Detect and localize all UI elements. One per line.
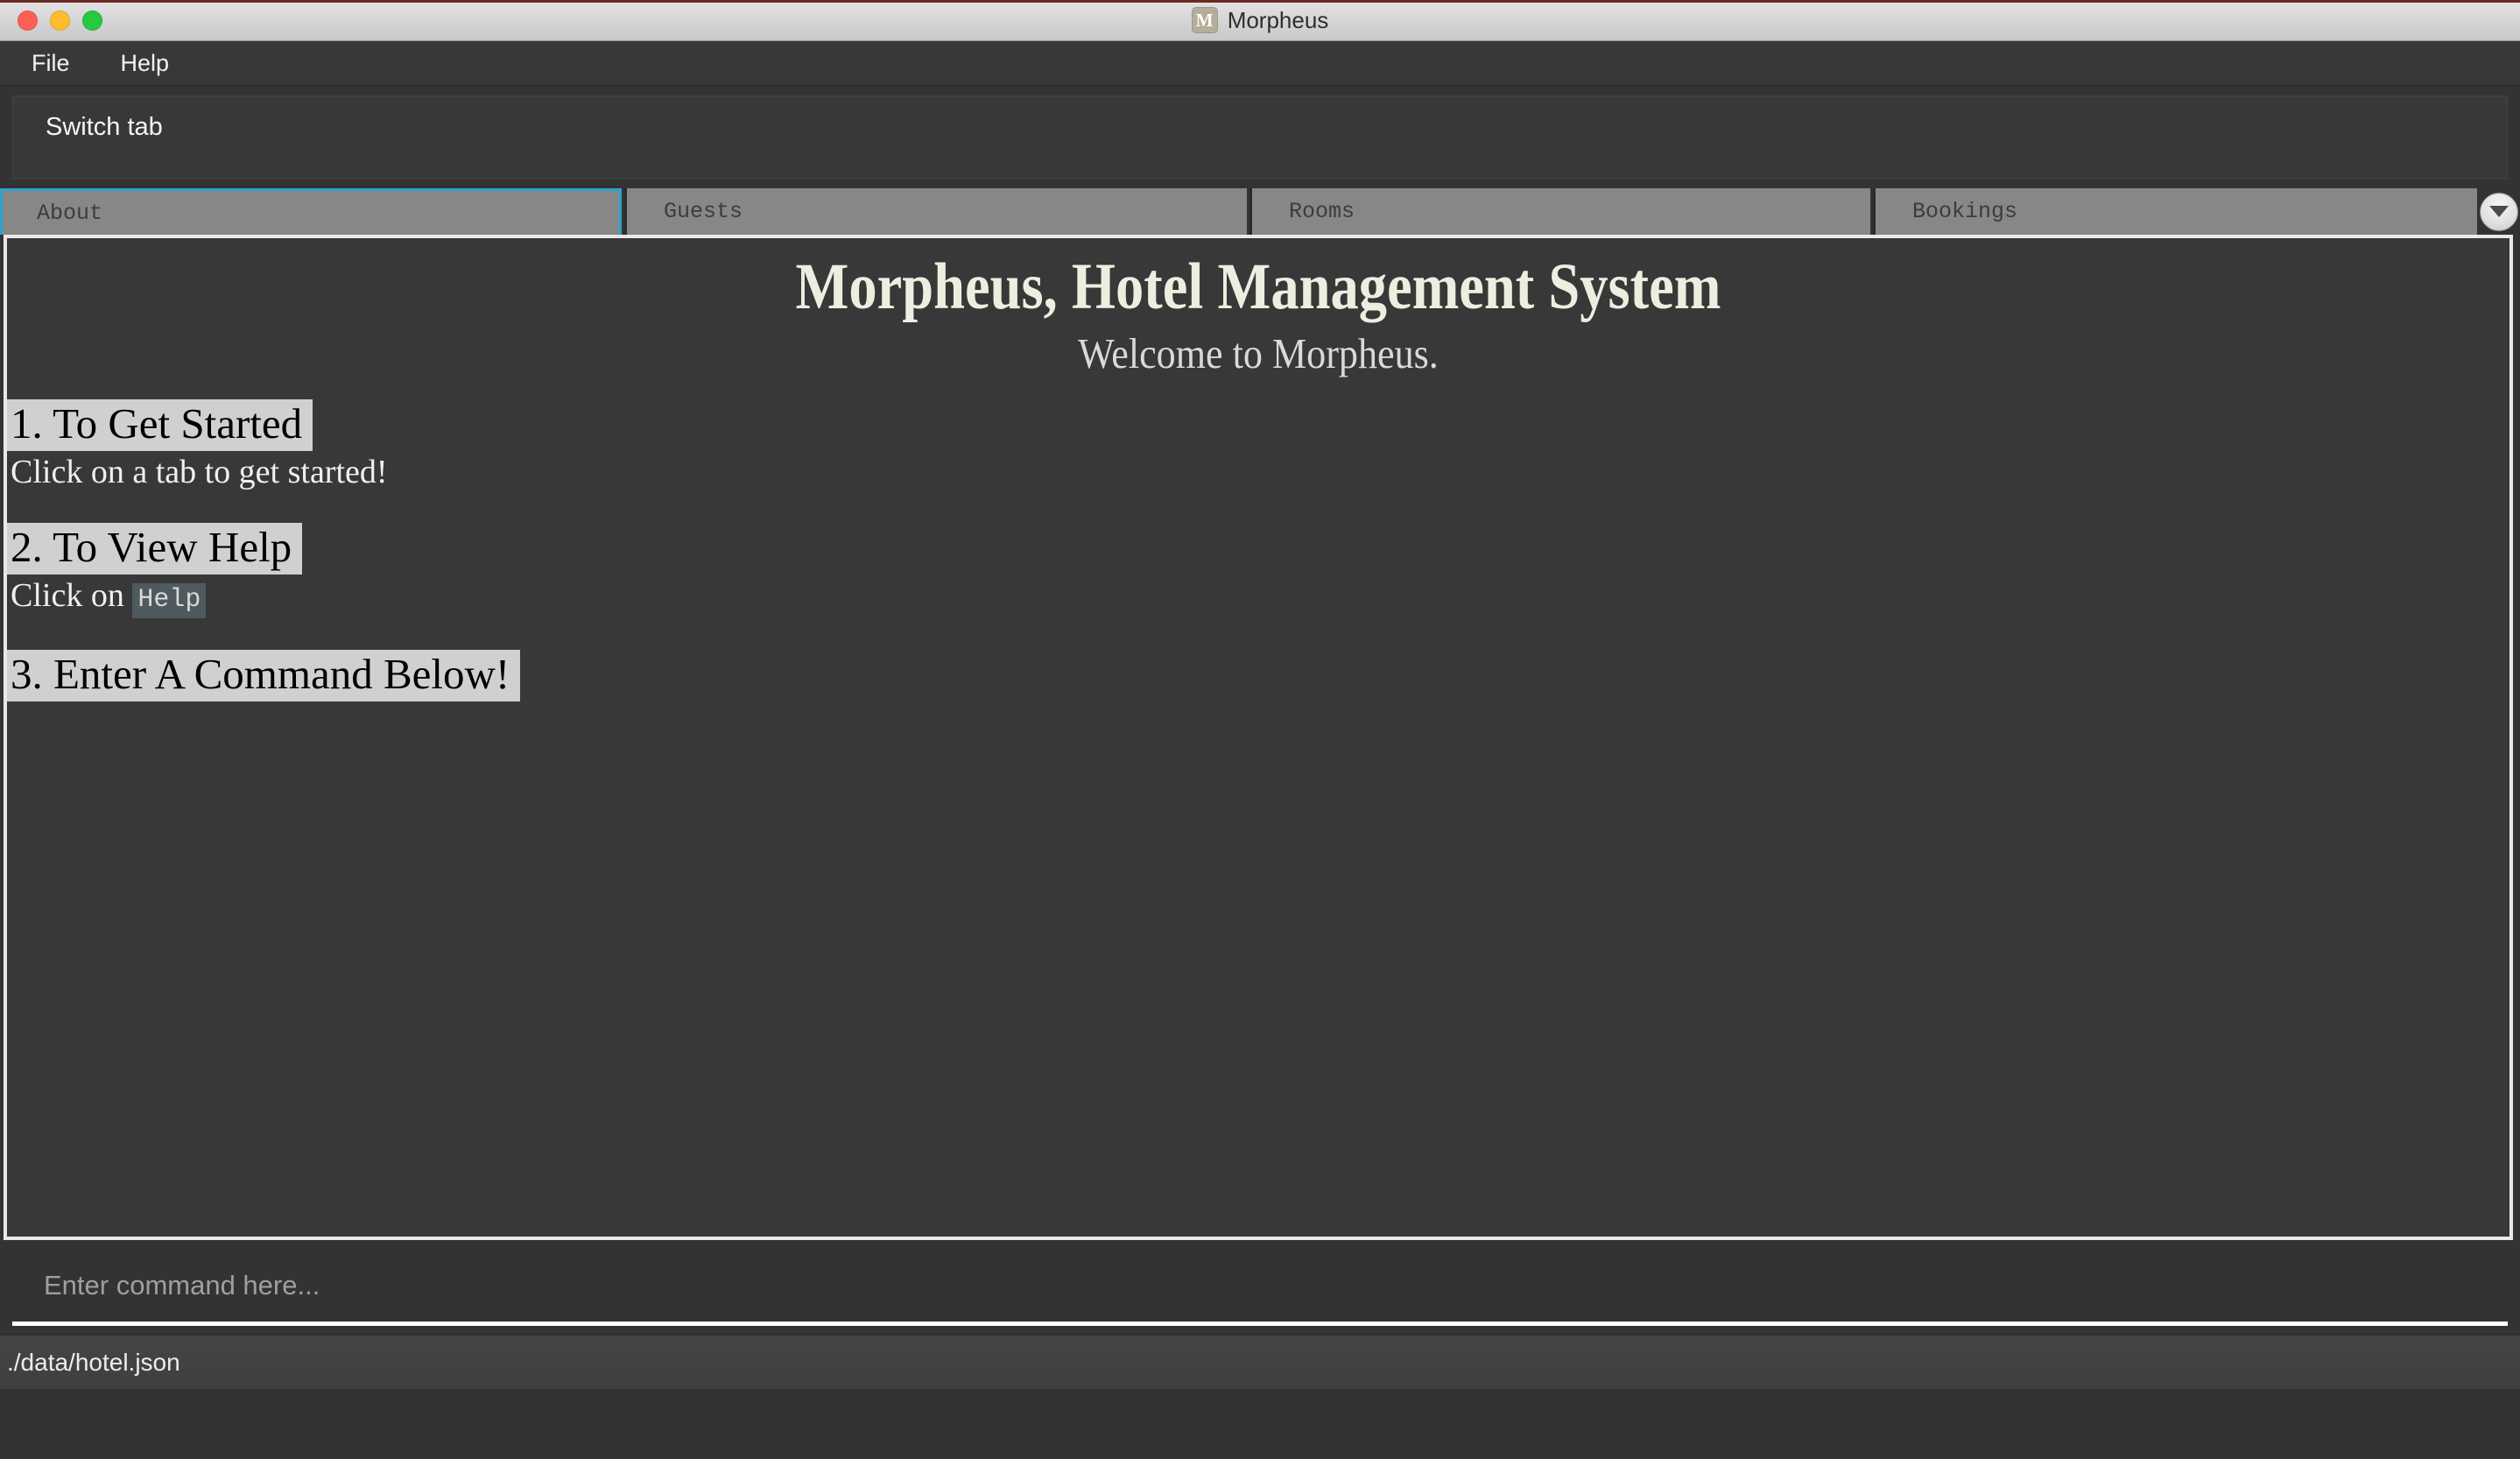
tab-guests[interactable]: Guests xyxy=(624,188,1247,235)
section-get-started: 1. To Get Started Click on a tab to get … xyxy=(7,399,2509,491)
tab-rooms[interactable]: Rooms xyxy=(1249,188,1870,235)
about-tab-panel: Morpheus, Hotel Management System Welcom… xyxy=(4,235,2513,1240)
minimize-window-button[interactable] xyxy=(50,10,70,31)
page-subtitle: Welcome to Morpheus. xyxy=(1078,329,1439,377)
switch-tab-panel-container: Switch tab xyxy=(0,87,2520,188)
window-titlebar: M Morpheus xyxy=(0,0,2520,41)
traffic-lights xyxy=(18,10,102,31)
tab-overflow-area xyxy=(2477,188,2520,235)
menu-item-file[interactable]: File xyxy=(23,46,79,81)
switch-tab-panel: Switch tab xyxy=(12,95,2508,180)
close-window-button[interactable] xyxy=(18,10,38,31)
status-bar-filepath: ./data/hotel.json xyxy=(7,1348,180,1376)
content-area: Morpheus, Hotel Management System Welcom… xyxy=(0,235,2520,1240)
switch-tab-label: Switch tab xyxy=(46,113,163,141)
tab-guests-label: Guests xyxy=(664,199,743,224)
tab-bar: About Guests Rooms Bookings xyxy=(0,188,2520,235)
inline-code-help: Help xyxy=(132,582,207,618)
tab-bookings[interactable]: Bookings xyxy=(1873,188,2477,235)
section-enter-command: 3. Enter A Command Below! xyxy=(7,649,2509,701)
section-heading-1: 1. To Get Started xyxy=(7,399,313,451)
tab-overflow-button[interactable] xyxy=(2479,192,2518,231)
chevron-down-icon xyxy=(2488,206,2509,217)
command-bar xyxy=(0,1240,2520,1335)
section-view-help: 2. To View Help Click on Help xyxy=(7,522,2509,618)
maximize-window-button[interactable] xyxy=(82,10,102,31)
tab-about[interactable]: About xyxy=(0,188,622,235)
window-title: Morpheus xyxy=(1227,6,1329,33)
window-title-group: M Morpheus xyxy=(0,0,2520,40)
tab-rooms-label: Rooms xyxy=(1289,199,1355,224)
command-input[interactable] xyxy=(12,1249,2508,1326)
section-body-2-text: Click on xyxy=(11,576,133,614)
page-title: Morpheus, Hotel Management System xyxy=(795,250,1721,323)
app-icon: M xyxy=(1191,7,1218,33)
section-heading-2: 2. To View Help xyxy=(7,522,303,574)
menu-bar: File Help xyxy=(0,41,2520,87)
tab-bookings-label: Bookings xyxy=(1912,199,2018,224)
section-body-2: Click on Help xyxy=(11,576,2509,618)
section-heading-3: 3. Enter A Command Below! xyxy=(7,649,521,701)
menu-item-help[interactable]: Help xyxy=(112,46,179,81)
section-body-1: Click on a tab to get started! xyxy=(11,453,388,490)
tab-about-label: About xyxy=(37,200,103,226)
status-bar: ./data/hotel.json xyxy=(0,1335,2520,1389)
